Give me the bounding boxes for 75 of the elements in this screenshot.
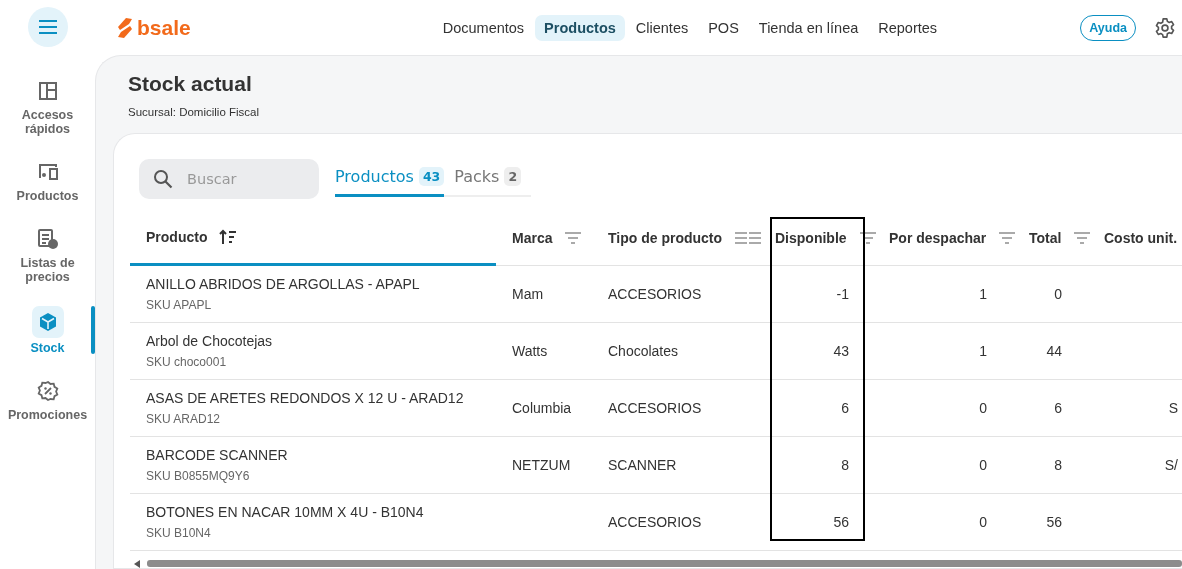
table-cell-text: Mam <box>512 286 545 302</box>
column-header[interactable]: Costo unit. <box>1104 230 1178 246</box>
table-cell-text: ACCESORIOS <box>608 514 703 530</box>
page-title: Stock actual <box>128 72 253 96</box>
table-cell: 56 <box>1046 514 1062 530</box>
table-cell: 0 <box>979 400 987 416</box>
sidebar-item[interactable]: Accesos rápidos <box>0 77 95 136</box>
nav-link[interactable]: Documentos <box>433 14 534 41</box>
search-field[interactable]: Buscar <box>139 159 319 199</box>
table-cell-text: ACCESORIOS <box>608 286 703 302</box>
nav-link[interactable]: Clientes <box>626 14 698 41</box>
devices-icon <box>36 163 59 181</box>
column-header[interactable]: Disponible <box>775 230 847 246</box>
filter-icon[interactable] <box>858 231 877 245</box>
table-cell: S <box>1168 400 1178 416</box>
product-sku: SKU APAPL <box>146 298 213 312</box>
table-cell-text: Chocolates <box>608 343 680 359</box>
column-header[interactable]: Marca <box>512 230 553 246</box>
price-list-icon <box>36 228 59 250</box>
nav-link[interactable]: Productos <box>535 14 625 41</box>
table-cell: 1 <box>979 343 987 359</box>
table-cell-text: SCANNER <box>608 457 678 473</box>
logo-icon <box>117 16 133 39</box>
table-cell: 8 <box>1054 457 1062 473</box>
product-sku: SKU B0855MQ9Y6 <box>146 469 251 483</box>
column-header[interactable]: Producto <box>146 229 208 245</box>
product-sku: SKU B10N4 <box>146 526 212 540</box>
table-cell: S/ <box>1164 457 1178 473</box>
table-cell: -1 <box>836 286 849 302</box>
table-cell: 0 <box>979 514 987 530</box>
table-cell: 0 <box>1054 286 1062 302</box>
settings-icon[interactable] <box>1154 16 1176 39</box>
branch-label: Sucursal: Domicilio Fiscal <box>128 106 260 118</box>
cube-icon <box>37 312 58 332</box>
table-cell: 8 <box>841 457 849 473</box>
product-name: ASAS DE ARETES REDONDOS X 12 U - ARAD12 <box>146 390 465 406</box>
sidebar-item[interactable]: Listas de precios <box>0 225 95 284</box>
product-name: Arbol de Chocotejas <box>146 333 274 349</box>
nav-link[interactable]: Tienda en línea <box>749 14 868 41</box>
logo[interactable] <box>117 16 133 39</box>
sort-icon[interactable] <box>219 229 238 245</box>
product-sku: SKU choco001 <box>146 355 228 369</box>
table-cell: 0 <box>979 457 987 473</box>
table-cell: 43 <box>833 343 849 359</box>
table-cell-text: NETZUM <box>512 457 572 473</box>
nav-link[interactable]: POS <box>699 14 748 41</box>
table-cell: 44 <box>1046 343 1062 359</box>
sidebar-item[interactable]: Promociones <box>0 377 95 422</box>
discount-icon <box>36 380 59 402</box>
table-cell-text: ACCESORIOS <box>608 400 703 416</box>
product-name: BARCODE SCANNER <box>146 447 289 463</box>
table-cell: 6 <box>1054 400 1062 416</box>
nav-link[interactable]: Reportes <box>869 14 947 41</box>
table-cell: 56 <box>833 514 849 530</box>
layout-icon <box>37 81 58 101</box>
tab[interactable]: Productos 43 <box>335 161 445 197</box>
menu-icon <box>37 19 58 35</box>
table-cell-text: Columbia <box>512 400 573 416</box>
product-name: ANILLO ABRIDOS DE ARGOLLAS - APAPL <box>146 276 421 292</box>
active-indicator <box>91 306 95 354</box>
table-cell-text: Watts <box>512 343 549 359</box>
scroll-left-icon[interactable] <box>133 559 141 568</box>
column-header[interactable]: Por despachar <box>889 230 987 246</box>
table-cell: 1 <box>979 286 987 302</box>
product-sku: SKU ARAD12 <box>146 412 222 426</box>
product-name: BOTONES EN NACAR 10MM X 4U - B10N4 <box>146 504 425 520</box>
help-button[interactable]: Ayuda <box>1080 14 1136 41</box>
sidebar-item[interactable]: Stock <box>0 306 95 355</box>
column-header[interactable]: Tipo de producto <box>608 230 723 246</box>
brand-name: bsale <box>137 15 191 40</box>
column-header[interactable]: Total <box>1029 230 1062 246</box>
menu-button[interactable] <box>27 7 68 47</box>
tab[interactable]: Packs 2 <box>454 161 522 197</box>
sidebar-item[interactable]: Productos <box>0 158 95 203</box>
table-cell: 6 <box>841 400 849 416</box>
